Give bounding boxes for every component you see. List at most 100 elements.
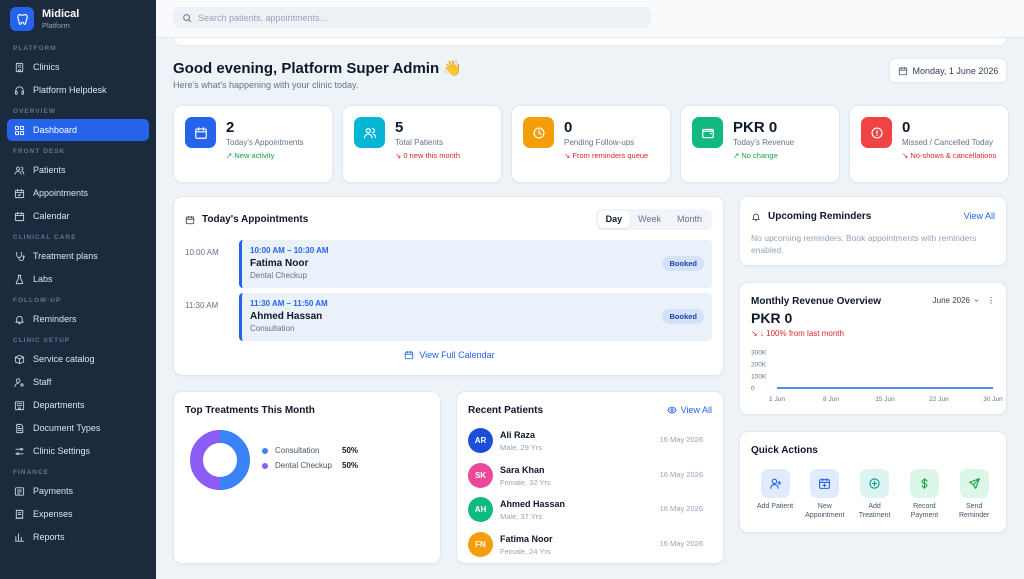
legend-swatch <box>262 462 268 469</box>
patient-row[interactable]: SK Sara Khan Female, 32 Yrs 16 May 2026 <box>468 459 703 493</box>
receipt-icon <box>15 509 24 519</box>
reminders-empty-text: No upcoming reminders. Book appointments… <box>751 233 977 255</box>
clock-icon <box>532 126 545 139</box>
revenue-change: ↘ ↓ 100% from last month <box>751 329 844 338</box>
appointment-type: Dental Checkup <box>250 271 307 280</box>
nav-section-title: FINANCE <box>13 469 49 476</box>
stat-trend: ↘ From reminders queue <box>564 151 649 160</box>
sidebar-item-label: Platform Helpdesk <box>33 85 107 95</box>
quick-action-add-patient[interactable]: Add Patient <box>754 469 796 511</box>
legend-label: Dental Checkup <box>275 461 332 470</box>
sidebar-item-calendar[interactable]: Calendar <box>7 205 149 227</box>
alert-icon <box>870 126 883 139</box>
quick-action-label: New Appointment <box>805 503 845 519</box>
quick-action-new-appointment[interactable]: New Appointment <box>804 469 846 520</box>
sidebar-item-service-catalog[interactable]: Service catalog <box>7 348 149 370</box>
quick-action-add-treatment[interactable]: Add Treatment <box>854 469 896 520</box>
stat-trend: ↘ 0 new this month <box>395 151 461 160</box>
greeting-title: Good evening, Platform Super Admin 👋 <box>173 60 462 77</box>
sidebar-item-label: Expenses <box>33 509 73 519</box>
sidebar-item-platform-helpdesk[interactable]: Platform Helpdesk <box>7 79 149 101</box>
status-badge: Booked <box>662 256 704 271</box>
stat-card[interactable]: 2 Today's Appointments ↗ New activity <box>173 105 333 183</box>
search-input[interactable] <box>198 12 618 23</box>
calendar-icon <box>194 126 207 139</box>
sidebar-item-reports[interactable]: Reports <box>7 526 149 548</box>
quick-action-record-payment[interactable]: Record Payment <box>903 469 945 520</box>
appointment-item[interactable]: 11:30 AM – 11:50 AM Ahmed Hassan Consult… <box>239 293 712 341</box>
flask-icon <box>15 274 24 284</box>
x-tick-label: 1 Jun <box>769 396 785 403</box>
stat-card[interactable]: 5 Total Patients ↘ 0 new this month <box>342 105 502 183</box>
quick-action-label: Send Reminder <box>959 503 990 519</box>
brand[interactable]: Midical Platform <box>0 0 156 38</box>
quick-actions-title: Quick Actions <box>751 445 818 456</box>
x-tick-label: 15 Jun <box>875 396 895 403</box>
reminders-card: Upcoming Reminders View All No upcoming … <box>739 196 1007 266</box>
sidebar-item-departments[interactable]: Departments <box>7 394 149 416</box>
sidebar-item-label: Patients <box>33 165 66 175</box>
nav-section-title: OVERVIEW <box>13 108 56 115</box>
sidebar-item-payments[interactable]: Payments <box>7 480 149 502</box>
x-tick-label: 30 Jun <box>983 396 1003 403</box>
stat-card[interactable]: 0 Missed / Cancelled Today ↘ No-shows & ca… <box>849 105 1009 183</box>
patient-row[interactable]: AH Ahmed Hassan Male, 37 Yrs 16 May 2026 <box>468 493 703 527</box>
sidebar-item-treatment-plans[interactable]: Treatment plans <box>7 245 149 267</box>
sidebar-nav: PLATFORM Clinics Platform Helpdesk OVERVIEW… <box>0 42 156 548</box>
search-icon <box>183 13 192 22</box>
period-select[interactable]: June 2026 <box>933 296 970 305</box>
send-icon <box>968 478 980 489</box>
sidebar-item-dashboard[interactable]: Dashboard <box>7 119 149 141</box>
patient-row[interactable]: FN Fatima Noor Female, 24 Yrs 16 May 2026 <box>468 528 703 562</box>
sidebar-item-reminders[interactable]: Reminders <box>7 308 149 330</box>
reminders-view-all[interactable]: View All <box>964 211 995 221</box>
appointments-title: Today's Appointments <box>202 214 309 225</box>
nav-section-title: PLATFORM <box>13 45 57 52</box>
sidebar-item-clinic-settings[interactable]: Clinic Settings <box>7 440 149 462</box>
document-icon <box>16 423 24 433</box>
quick-action-send-reminder[interactable]: Send Reminder <box>953 469 995 520</box>
view-full-calendar-link[interactable]: View Full Calendar <box>174 350 725 360</box>
y-tick-label: 200K <box>751 362 767 369</box>
patient-meta: Male, 29 Yrs <box>500 443 542 452</box>
avatar: FN <box>468 531 493 557</box>
sidebar-item-expenses[interactable]: Expenses <box>7 503 149 525</box>
chevron-down-icon <box>974 299 979 302</box>
user-plus-icon <box>769 478 781 489</box>
tooth-logo-icon <box>10 7 34 31</box>
date-button[interactable]: Monday, 1 June 2026 <box>889 58 1007 83</box>
nav-section-title: FOLLOW-UP <box>13 297 62 304</box>
stat-card[interactable]: PKR 0 Today's Revenue ↗ No change <box>680 105 840 183</box>
stat-label: Missed / Cancelled Today <box>902 138 994 147</box>
avatar: AH <box>468 497 493 522</box>
tab-month[interactable]: Month <box>669 211 710 228</box>
sidebar-item-appointments[interactable]: Appointments <box>7 182 149 204</box>
quick-actions-card: Quick Actions Add Patient New Appointment… <box>739 431 1007 533</box>
patient-row[interactable]: AR Ali Raza Male, 29 Yrs 16 May 2026 <box>468 424 703 458</box>
appointment-item[interactable]: 10:00 AM – 10:30 AM Fatima Noor Dental C… <box>239 240 712 288</box>
dashboard-icon <box>14 125 25 135</box>
tab-day[interactable]: Day <box>597 211 631 228</box>
sidebar-item-clinics[interactable]: Clinics <box>7 56 149 78</box>
stat-value: 0 <box>564 119 573 136</box>
sidebar-item-patients[interactable]: Patients <box>7 159 149 181</box>
appointment-patient: Fatima Noor <box>250 258 309 269</box>
stat-value: PKR 0 <box>733 119 778 136</box>
search-box[interactable] <box>173 7 651 28</box>
recent-patients-view-all[interactable]: View All <box>666 405 712 415</box>
more-icon[interactable]: ⋮ <box>987 296 995 305</box>
sidebar-item-label: Reports <box>33 532 65 542</box>
nav-section-title: CLINIC SETUP <box>13 337 71 344</box>
stat-card[interactable]: 0 Pending Follow-ups ↘ From reminders queu… <box>511 105 671 183</box>
sidebar-item-label: Labs <box>33 274 53 284</box>
quick-action-icon-bg <box>810 469 840 498</box>
calendar-plus-icon <box>819 478 831 489</box>
stat-label: Today's Revenue <box>733 138 795 147</box>
avatar-initials: AR <box>474 436 487 445</box>
sidebar-item-labs[interactable]: Labs <box>7 268 149 290</box>
sidebar-item-staff[interactable]: Staff <box>7 371 149 393</box>
sidebar-item-document-types[interactable]: Document Types <box>7 417 149 439</box>
tab-week[interactable]: Week <box>630 211 669 228</box>
avatar: AR <box>468 428 493 453</box>
plus-circle-icon <box>869 478 880 489</box>
